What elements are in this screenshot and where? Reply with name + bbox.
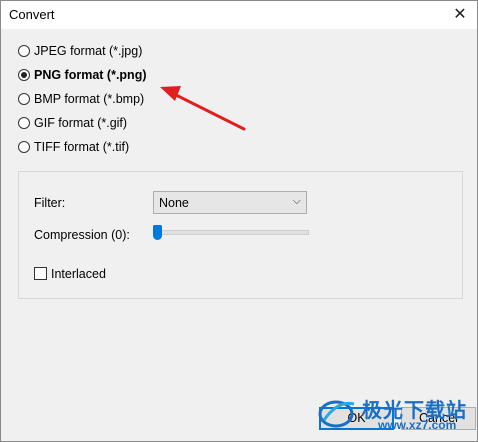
format-option-png[interactable]: PNG format (*.png)	[18, 66, 147, 84]
radio-jpeg[interactable]	[18, 45, 30, 57]
compression-slider-track[interactable]	[157, 230, 309, 235]
chevron-down-icon: ⌵	[292, 195, 301, 207]
radio-gif[interactable]	[18, 117, 30, 129]
filter-label: Filter:	[34, 196, 66, 210]
format-option-jpeg[interactable]: JPEG format (*.jpg)	[18, 42, 142, 60]
convert-dialog: Convert ✕ JPEG format (*.jpg) PNG format…	[0, 0, 478, 442]
filter-value: None	[159, 196, 189, 210]
format-label-jpeg: JPEG format (*.jpg)	[34, 44, 143, 58]
format-option-bmp[interactable]: BMP format (*.bmp)	[18, 90, 144, 108]
compression-slider-thumb[interactable]	[153, 225, 162, 240]
interlaced-label: Interlaced	[51, 267, 106, 281]
format-label-tiff: TIFF format (*.tif)	[34, 140, 130, 154]
format-label-gif: GIF format (*.gif)	[34, 116, 128, 130]
format-label-png: PNG format (*.png)	[34, 68, 147, 82]
dialog-title: Convert	[9, 7, 55, 22]
interlaced-checkbox[interactable]	[34, 267, 47, 280]
radio-tiff[interactable]	[18, 141, 30, 153]
format-option-tiff[interactable]: TIFF format (*.tif)	[18, 138, 129, 156]
format-label-bmp: BMP format (*.bmp)	[34, 92, 145, 106]
cancel-button[interactable]: Cancel	[401, 407, 476, 430]
compression-label: Compression (0):	[34, 228, 130, 242]
format-option-gif[interactable]: GIF format (*.gif)	[18, 114, 127, 132]
ok-button[interactable]: OK	[319, 407, 394, 430]
filter-select[interactable]: None ⌵	[153, 191, 307, 214]
close-icon[interactable]: ✕	[449, 4, 471, 26]
radio-bmp[interactable]	[18, 93, 30, 105]
title-bar: Convert ✕	[1, 1, 477, 29]
radio-png[interactable]	[18, 69, 30, 81]
